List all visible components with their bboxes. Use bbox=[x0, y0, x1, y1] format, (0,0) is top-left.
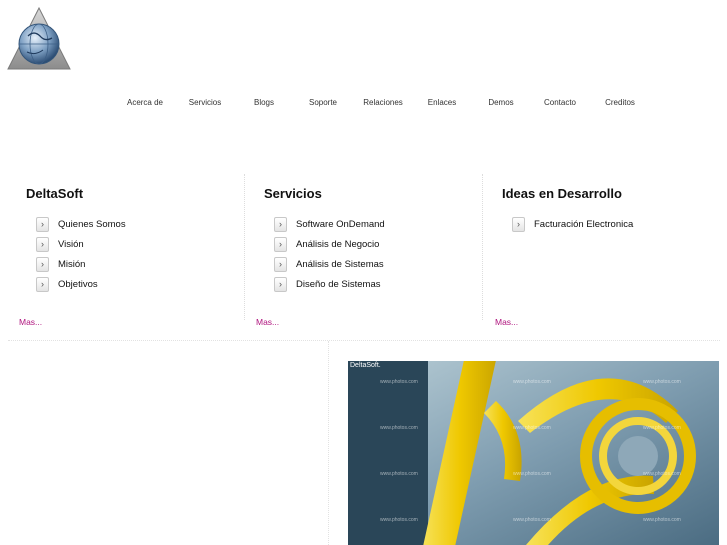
list-item-label: Análisis de Negocio bbox=[296, 238, 380, 250]
watermark-text: www.photos.com bbox=[380, 517, 418, 523]
banner-image: DeltaSoft. www.photos.com www.photos.com… bbox=[348, 361, 719, 545]
more-link[interactable]: Mas... bbox=[19, 317, 42, 327]
list-item-label: Diseño de Sistemas bbox=[296, 278, 381, 290]
list-item[interactable]: › Diseño de Sistemas bbox=[274, 274, 385, 294]
nav-demos[interactable]: Demos bbox=[488, 97, 513, 109]
column-title: Servicios bbox=[264, 186, 322, 201]
watermark-text: www.photos.com bbox=[513, 517, 551, 523]
watermark-text: www.photos.com bbox=[380, 425, 418, 431]
link-list: › Quienes Somos › Visión › Misión › Objetivo… bbox=[36, 214, 126, 294]
section-divider bbox=[8, 340, 720, 341]
list-item[interactable]: › Misión bbox=[36, 254, 126, 274]
nav-relaciones[interactable]: Relaciones bbox=[363, 97, 403, 109]
list-item-label: Software OnDemand bbox=[296, 218, 385, 230]
watermark-text: www.photos.com bbox=[643, 517, 681, 523]
link-list: › Software OnDemand › Análisis de Negocio … bbox=[274, 214, 385, 294]
content-divider bbox=[328, 341, 329, 545]
chevron-right-icon: › bbox=[274, 256, 287, 272]
deltasoft-logo[interactable] bbox=[6, 6, 72, 72]
column-servicios: Servicios › Software OnDemand › Análisis d… bbox=[246, 174, 482, 340]
nav-blogs[interactable]: Blogs bbox=[254, 97, 274, 109]
watermark-text: www.photos.com bbox=[643, 425, 681, 431]
watermark-text: www.photos.com bbox=[513, 379, 551, 385]
list-item[interactable]: › Análisis de Sistemas bbox=[274, 254, 385, 274]
watermark-text: www.photos.com bbox=[513, 471, 551, 477]
list-item-label: Misión bbox=[58, 258, 86, 270]
chevron-right-icon: › bbox=[274, 276, 287, 292]
list-item-label: Análisis de Sistemas bbox=[296, 258, 384, 270]
chevron-right-icon: › bbox=[36, 256, 49, 272]
watermark-text: www.photos.com bbox=[380, 471, 418, 477]
list-item-label: Facturación Electronica bbox=[534, 218, 634, 230]
list-item[interactable]: › Análisis de Negocio bbox=[274, 234, 385, 254]
column-divider bbox=[482, 174, 483, 320]
column-ideas-en-desarrollo: Ideas en Desarrollo › Facturación Electro… bbox=[484, 174, 720, 340]
list-item[interactable]: › Visión bbox=[36, 234, 126, 254]
chevron-right-icon: › bbox=[36, 236, 49, 252]
chevron-right-icon: › bbox=[274, 216, 287, 232]
list-item-label: Objetivos bbox=[58, 278, 98, 290]
chevron-right-icon: › bbox=[36, 216, 49, 232]
chevron-right-icon: › bbox=[274, 236, 287, 252]
watermark-text: www.photos.com bbox=[380, 379, 418, 385]
nav-creditos[interactable]: Creditos bbox=[605, 97, 635, 109]
banner-caption: DeltaSoft. bbox=[350, 362, 381, 369]
watermark-text: www.photos.com bbox=[643, 379, 681, 385]
nav-servicios[interactable]: Servicios bbox=[189, 97, 221, 109]
watermark-text: www.photos.com bbox=[643, 471, 681, 477]
more-link[interactable]: Mas... bbox=[495, 317, 518, 327]
list-item-label: Quienes Somos bbox=[58, 218, 126, 230]
list-item[interactable]: › Quienes Somos bbox=[36, 214, 126, 234]
column-title: Ideas en Desarrollo bbox=[502, 186, 622, 201]
chevron-right-icon: › bbox=[36, 276, 49, 292]
nav-enlaces[interactable]: Enlaces bbox=[428, 97, 456, 109]
list-item-label: Visión bbox=[58, 238, 84, 250]
list-item[interactable]: › Objetivos bbox=[36, 274, 126, 294]
more-link[interactable]: Mas... bbox=[256, 317, 279, 327]
column-deltasoft: DeltaSoft › Quienes Somos › Visión › Misión… bbox=[8, 174, 244, 340]
nav-soporte[interactable]: Soporte bbox=[309, 97, 337, 109]
chevron-right-icon: › bbox=[512, 216, 525, 232]
link-list: › Facturación Electronica bbox=[512, 214, 633, 234]
watermark-text: www.photos.com bbox=[513, 425, 551, 431]
list-item[interactable]: › Facturación Electronica bbox=[512, 214, 633, 234]
list-item[interactable]: › Software OnDemand bbox=[274, 214, 385, 234]
nav-contacto[interactable]: Contacto bbox=[544, 97, 576, 109]
nav-acerca-de[interactable]: Acerca de bbox=[127, 97, 163, 109]
column-divider bbox=[244, 174, 245, 320]
column-title: DeltaSoft bbox=[26, 186, 84, 201]
main-navigation: Acerca de Servicios Blogs Soporte Relaci… bbox=[0, 97, 727, 109]
